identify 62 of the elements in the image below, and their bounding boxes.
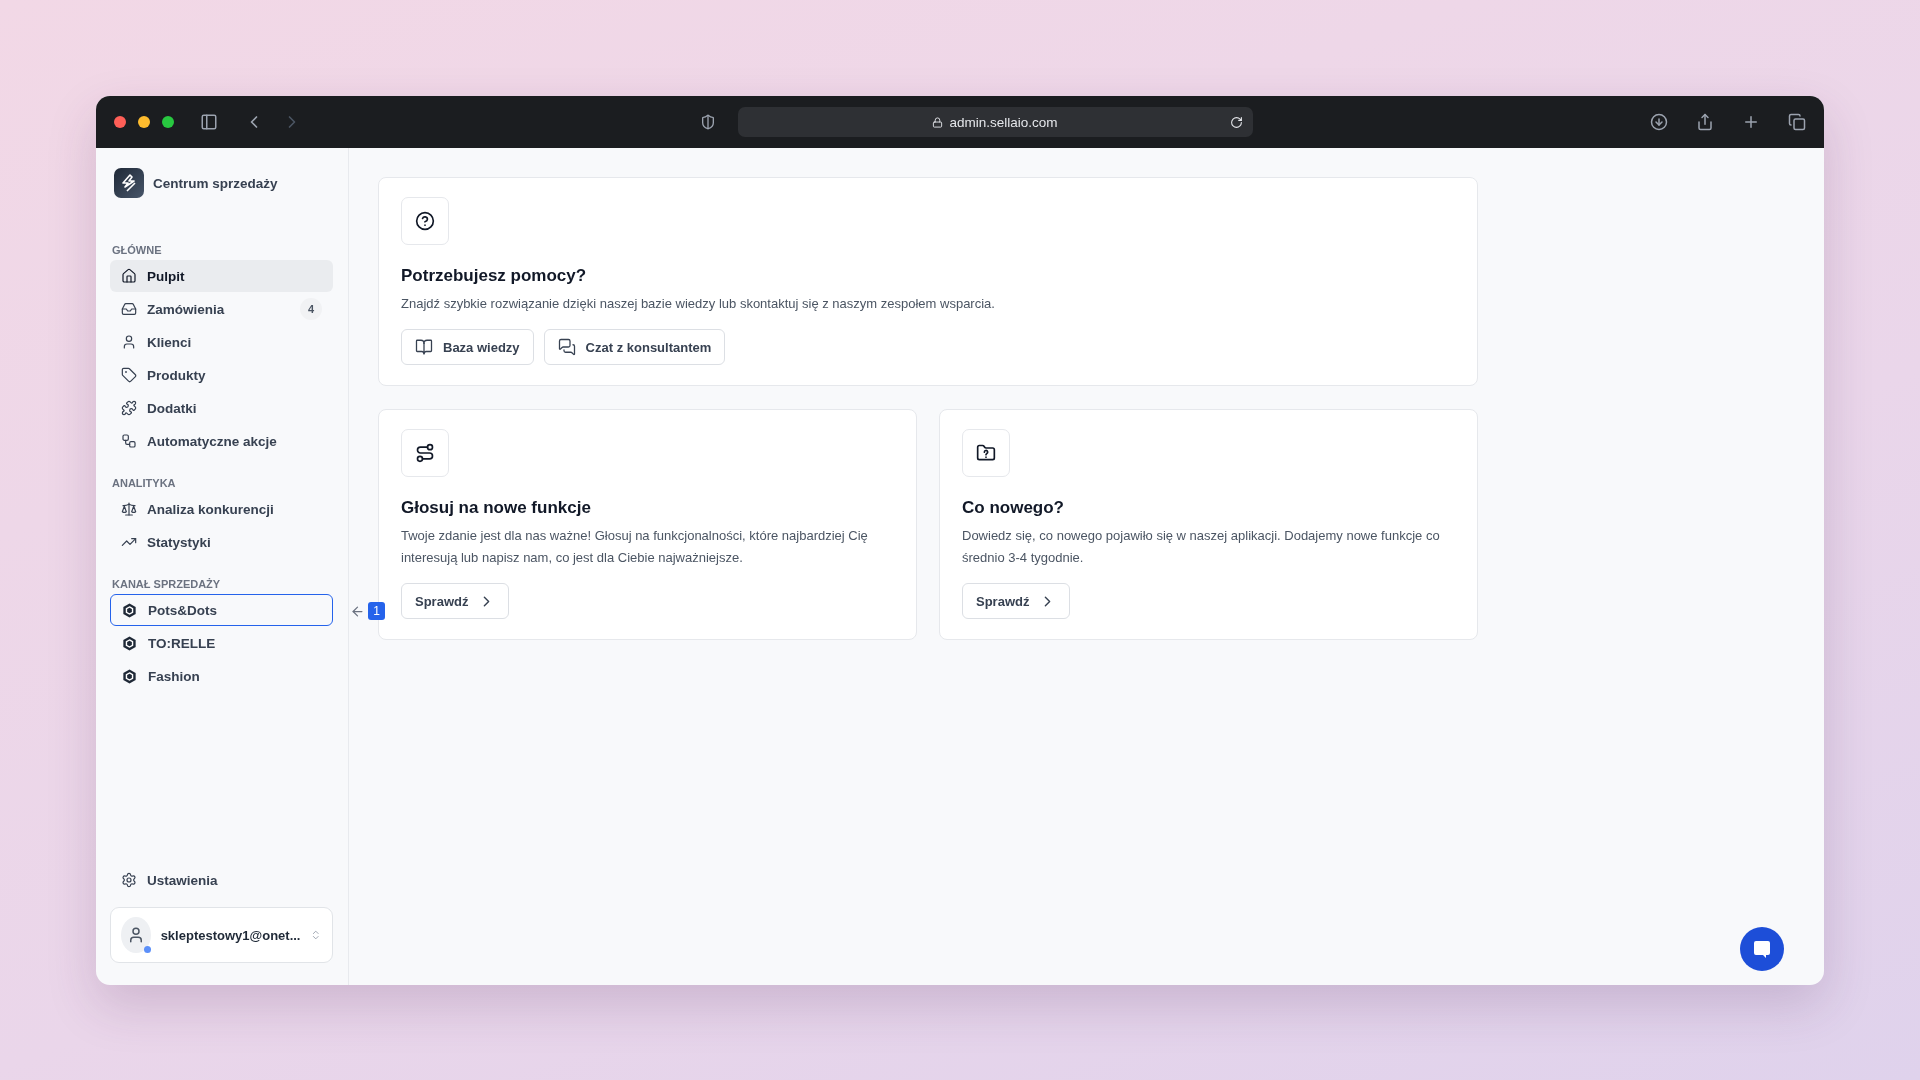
tabs-overview-icon[interactable] — [1788, 113, 1806, 131]
count-badge: 4 — [300, 298, 322, 320]
sidebar-item[interactable]: Produkty — [110, 359, 333, 391]
step-badge: 1 — [368, 602, 385, 620]
book-icon — [415, 338, 433, 356]
logo-icon — [114, 168, 144, 198]
user-icon — [121, 334, 137, 350]
sidebar-item[interactable]: Pots&Dots — [110, 594, 333, 626]
help-icon — [401, 197, 449, 245]
section-heading: KANAŁ SPRZEDAŻY — [111, 578, 222, 590]
scale-icon — [121, 501, 137, 517]
maximize-window-icon[interactable] — [162, 116, 174, 128]
sidebar-item[interactable]: Zamówienia 4 — [110, 293, 333, 325]
workflow-icon — [121, 433, 137, 449]
chevrons-icon — [310, 928, 322, 942]
settings-icon — [121, 872, 137, 888]
card-button[interactable]: Baza wiedzy — [401, 329, 534, 365]
lock-icon — [932, 116, 944, 128]
close-window-icon[interactable] — [114, 116, 126, 128]
card-description: Twoje zdanie jest dla nas ważne! Głosuj na funkcjonalności, które najbardziej Cię interesują lub napisz nam, co jest dla Ciebie najważniejsze. — [401, 527, 869, 567]
section-heading: GŁÓWNE — [111, 244, 163, 256]
new-tab-icon[interactable] — [1742, 113, 1760, 131]
card-button[interactable]: Sprawdź — [401, 583, 510, 619]
sidebar-item[interactable]: Dodatki — [110, 392, 333, 424]
card-description: Znajdź szybkie rozwiązanie dzięki naszej bazie wiedzy lub skontaktuj się z naszym zespołem wsparcia. — [401, 295, 996, 313]
sidebar-item[interactable]: Klienci — [110, 326, 333, 358]
section-heading: ANALITYKA — [111, 477, 177, 489]
route-icon — [401, 429, 449, 477]
sidebar-item[interactable]: Pulpit — [110, 260, 333, 292]
sidebar-item[interactable]: Statystyki — [110, 526, 333, 558]
sidebar-item[interactable]: TO:RELLE — [110, 627, 333, 659]
chat-bubble-icon — [1752, 939, 1772, 959]
download-icon[interactable] — [1650, 113, 1668, 131]
address-bar[interactable]: admin.sellaio.com — [737, 107, 1253, 137]
sidebar-item[interactable]: Analiza konkurencji — [110, 493, 333, 525]
card-title: Co nowego? — [962, 498, 1065, 518]
hexagon-icon — [121, 634, 138, 652]
chat-button[interactable] — [1740, 927, 1784, 971]
url-text: admin.sellaio.com — [949, 114, 1058, 130]
home-icon — [121, 268, 137, 284]
sidebar-item[interactable]: Automatyczne akcje — [110, 425, 333, 457]
card-title: Głosuj na nowe funkcje — [401, 498, 592, 518]
card-title: Potrzebujesz pomocy? — [401, 266, 588, 286]
card-button[interactable]: Czat z konsultantem — [543, 329, 726, 365]
card-button[interactable]: Sprawdź — [962, 583, 1071, 619]
card-description: Dowiedz się, co nowego pojawiło się w naszej aplikacji. Dodajemy nowe funkcje co średnio 3-4 tygodnie. — [962, 527, 1441, 567]
reload-icon[interactable] — [1229, 115, 1243, 129]
hexagon-icon — [121, 601, 138, 619]
hexagon-icon — [121, 667, 138, 685]
sidebar-item[interactable]: Fashion — [110, 660, 333, 692]
brand-name: Centrum sprzedaży — [153, 175, 278, 191]
sidebar-toggle-icon[interactable] — [200, 113, 218, 131]
chat-icon — [557, 338, 576, 356]
minimize-window-icon[interactable] — [138, 116, 150, 128]
settings-item[interactable]: Ustawienia — [110, 864, 333, 896]
share-icon[interactable] — [1696, 113, 1714, 131]
inbox-icon — [121, 301, 137, 317]
shield-icon[interactable] — [699, 114, 716, 130]
folder-question-icon — [962, 429, 1010, 477]
tag-icon — [121, 367, 137, 383]
puzzle-icon — [121, 400, 137, 416]
account-switcher[interactable]: skleptestowy1@onet... — [110, 907, 333, 963]
